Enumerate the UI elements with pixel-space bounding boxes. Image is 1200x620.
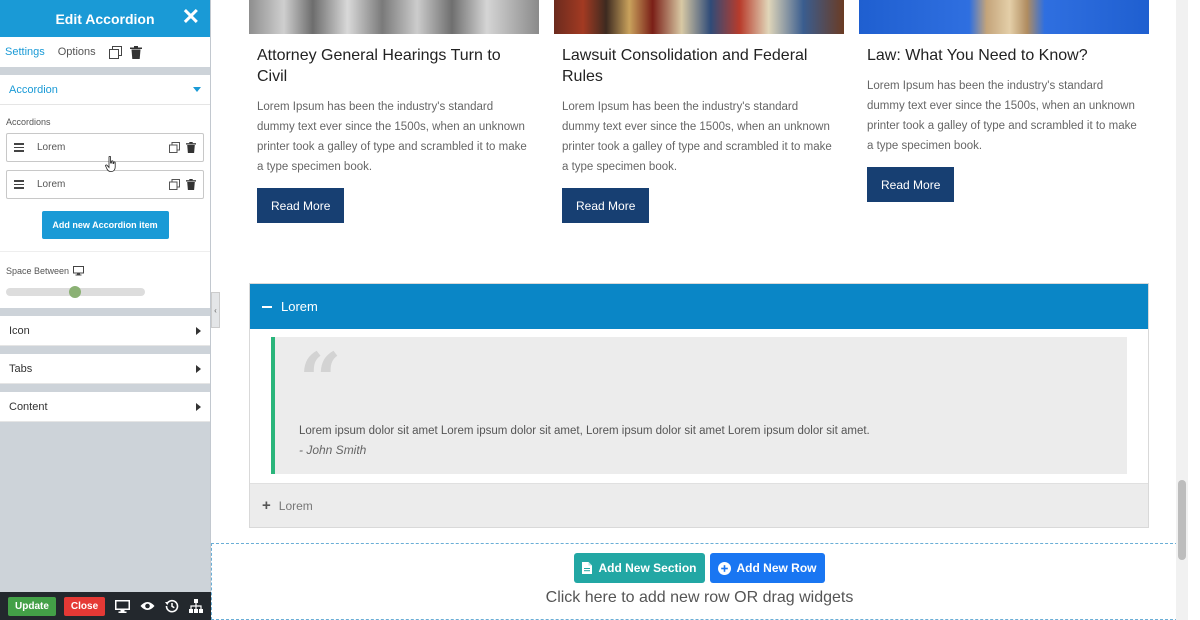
section-icon-header[interactable]: Icon [0,316,210,346]
read-more-button[interactable]: Read More [562,188,650,223]
accordions-label: Accordions [6,117,51,127]
duplicate-icon[interactable] [169,142,180,153]
add-row-drop-zone[interactable]: Add New Section Add New Row Click here t… [211,543,1188,620]
testimonial-quote: “ Lorem ipsum dolor sit amet Lorem ipsum… [271,337,1127,474]
eye-icon[interactable] [140,601,155,611]
duplicate-icon[interactable] [169,179,180,190]
plus-icon: + [262,497,271,514]
blog-card: Lawsuit Consolidation and Federal Rules … [554,0,844,223]
accordion-panel: “ Lorem ipsum dolor sit amet Lorem ipsum… [250,329,1148,483]
sidebar-footer: Update Close [0,592,211,620]
sitemap-icon[interactable] [189,599,204,613]
add-new-section-button[interactable]: Add New Section [574,553,705,583]
accordion-widget: Lorem “ Lorem ipsum dolor sit amet Lorem… [249,283,1149,528]
blog-card-excerpt: Lorem Ipsum has been the industry's stan… [867,80,1137,152]
duplicate-icon[interactable] [108,45,123,59]
desktop-preview-icon[interactable] [115,599,131,613]
blog-card: Attorney General Hearings Turn to Civil … [249,0,539,223]
add-accordion-item-button[interactable]: Add new Accordion item [41,211,169,239]
accordion-header-active[interactable]: Lorem [250,284,1148,329]
accordion-title: Lorem [278,498,313,513]
blog-card-excerpt: Lorem Ipsum has been the industry's stan… [257,101,527,173]
quote-author: - John Smith [299,443,367,457]
accordion-settings-section: Accordion Accordions Lorem Lorem Add new… [0,75,210,308]
space-between-control: Space Between [0,251,210,308]
tabs-settings-section: Tabs [0,354,210,384]
add-new-row-label: Add New Row [736,561,817,575]
add-new-section-label: Add New Section [598,561,697,575]
sidebar-header: Edit Accordion ✕ [0,0,210,37]
trash-icon[interactable] [129,45,144,59]
read-more-button[interactable]: Read More [867,167,955,202]
accordion-item-label: Lorem [37,142,66,153]
blog-card-title: Lawsuit Consolidation and Federal Rules [562,47,808,85]
update-button[interactable]: Update [8,596,56,616]
accordion-item-row[interactable]: Lorem [6,170,204,199]
section-icon-label: Icon [9,324,30,337]
section-accordion-header[interactable]: Accordion [0,75,210,105]
section-tabs-label: Tabs [9,362,33,375]
tab-options[interactable]: Options [58,46,96,58]
plus-circle-icon [717,561,731,575]
desktop-icon[interactable] [73,266,85,276]
scrollbar-thumb[interactable] [1178,480,1186,560]
caret-right-icon [196,364,201,373]
accordion-title: Lorem [281,299,318,314]
blog-card-title: Law: What You Need to Know? [867,47,1088,64]
close-icon[interactable]: ✕ [182,6,200,28]
space-between-slider[interactable] [6,286,145,298]
read-more-button[interactable]: Read More [257,188,345,223]
close-button[interactable]: Close [63,596,106,616]
space-between-label: Space Between [6,266,204,276]
canvas-scrollbar[interactable] [1176,0,1188,620]
history-icon[interactable] [165,599,179,613]
slider-thumb[interactable] [69,286,81,298]
quote-text: Lorem ipsum dolor sit amet Lorem ipsum d… [299,425,870,437]
mouse-pointer-icon [105,156,116,172]
section-accordion-label: Accordion [9,83,58,96]
drop-zone-hint: Click here to add new row OR drag widget… [545,589,854,606]
drag-handle-icon[interactable] [14,141,24,154]
blog-card-title: Attorney General Hearings Turn to Civil [257,47,501,85]
caret-down-icon [193,87,201,92]
section-content-label: Content [9,400,48,413]
space-between-text: Space Between [6,266,70,276]
blog-card-image [554,0,844,34]
blog-card-excerpt: Lorem Ipsum has been the industry's stan… [562,101,832,173]
accordion-header[interactable]: + Lorem [250,483,1148,527]
drag-handle-icon[interactable] [14,178,24,191]
file-icon [582,562,593,574]
content-settings-section: Content [0,392,210,422]
blog-card: Law: What You Need to Know? Lorem Ipsum … [859,0,1149,202]
caret-right-icon [196,402,201,411]
caret-right-icon [196,326,201,335]
section-tabs-header[interactable]: Tabs [0,354,210,384]
editor-sidebar: Edit Accordion ✕ Settings Options Accord… [0,0,211,620]
blog-card-image [859,0,1149,34]
trash-icon[interactable] [186,142,196,153]
icon-settings-section: Icon [0,316,210,346]
collapse-sidebar-toggle[interactable]: ‹ [211,292,220,328]
accordion-item-label: Lorem [37,179,66,190]
blog-card-image [249,0,539,34]
sidebar-title: Edit Accordion [55,10,155,27]
sidebar-tabs: Settings Options [0,37,210,67]
tab-settings[interactable]: Settings [5,46,45,58]
minus-icon [262,305,272,308]
page-canvas: Attorney General Hearings Turn to Civil … [211,0,1188,620]
trash-icon[interactable] [186,179,196,190]
section-content-header[interactable]: Content [0,392,210,422]
add-new-row-button[interactable]: Add New Row [709,553,825,583]
quote-icon: “ [299,338,342,424]
